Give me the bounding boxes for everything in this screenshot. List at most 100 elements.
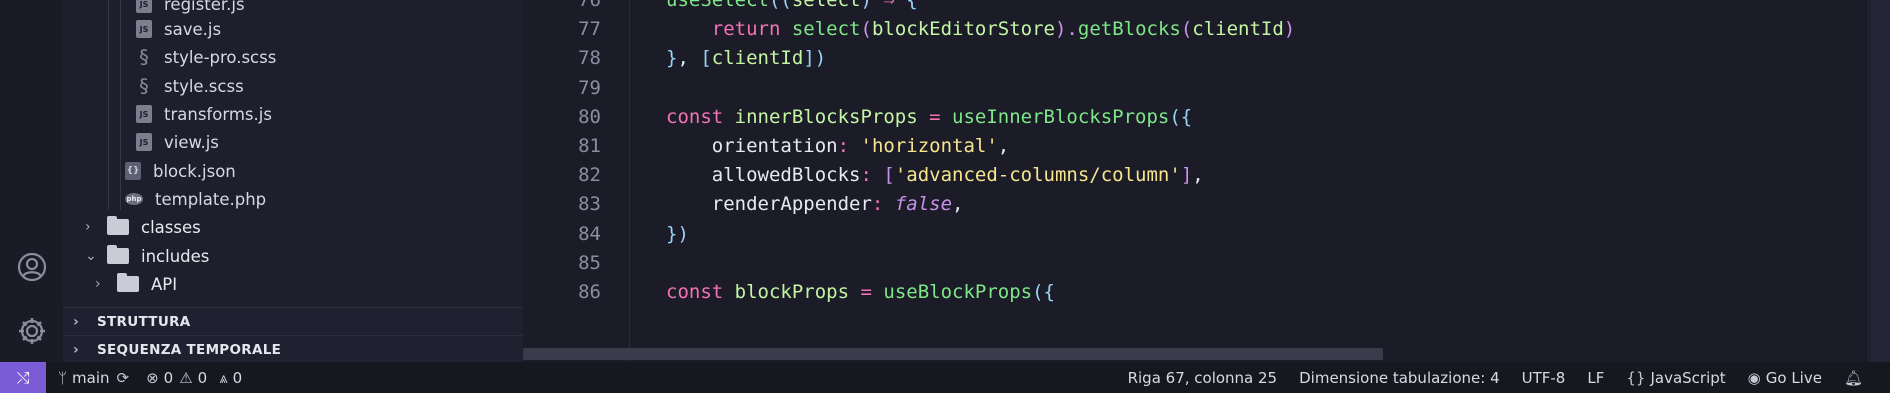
tree-folder-includes[interactable]: ⌄ includes: [85, 242, 209, 270]
warning-icon: ⚠: [179, 368, 193, 387]
problems-status[interactable]: ⊗ 0 ⚠ 0: [146, 369, 207, 387]
file-name: transforms.js: [164, 104, 272, 124]
ports-count: 0: [232, 368, 243, 387]
folder-open-icon: [107, 245, 129, 264]
code-token: useInnerBlocksProps: [952, 105, 1170, 128]
code-token: innerBlocksProps: [734, 105, 918, 128]
js-file-icon: JS: [136, 133, 152, 151]
code-token: orientation: [711, 135, 838, 157]
vscode-window: JS register.js JS save.js § style-pro.sc…: [0, 0, 1890, 393]
code-token: :: [871, 193, 895, 216]
sass-file-icon: §: [139, 46, 149, 68]
git-branch-icon: ᛘ: [58, 368, 68, 387]
tree-file-save-js[interactable]: JS save.js: [136, 15, 221, 43]
code-token: select: [791, 18, 861, 41]
indentation-status[interactable]: Dimensione tabulazione: 4: [1299, 369, 1500, 387]
tree-folder-api[interactable]: › API: [95, 270, 177, 298]
notifications-button[interactable]: 🔔︎: [1844, 369, 1868, 387]
code-area[interactable]: useSelect((select) ⇒ { return select(blo…: [629, 0, 1869, 362]
js-file-icon: JS: [136, 105, 152, 123]
sass-file-icon: §: [139, 75, 149, 97]
encoding-status[interactable]: UTF-8: [1522, 369, 1566, 387]
ports-status[interactable]: ⩓ 0: [219, 369, 242, 387]
code-token: getBlocks: [1077, 18, 1181, 41]
code-token: useSelect: [666, 0, 769, 11]
section-title: STRUTTURA: [97, 314, 191, 330]
tree-file-view-js[interactable]: JS view.js: [136, 128, 219, 156]
radio-tower-icon: ⩓: [219, 368, 228, 387]
cursor-position[interactable]: Riga 67, colonna 25: [1128, 369, 1278, 387]
code-token: const: [666, 281, 724, 303]
settings-gear-icon[interactable]: [15, 314, 49, 348]
code-editor[interactable]: 76 77 78 79 80 81 82 83 84 85 86 useSelect((select…: [523, 0, 1890, 362]
vertical-scrollbar[interactable]: [1870, 0, 1890, 362]
code-token: (: [1180, 18, 1193, 41]
chevron-right-icon: ›: [73, 314, 80, 330]
php-file-icon: php: [125, 193, 143, 205]
code-token: 'horizontal': [860, 135, 998, 157]
line-number-gutter: 76 77 78 79 80 81 82 83 84 85 86: [523, 0, 630, 362]
tree-file-block-json[interactable]: {} block.json: [125, 157, 236, 185]
code-token: [: [883, 164, 895, 187]
section-title: SEQUENZA TEMPORALE: [97, 342, 282, 358]
sync-icon: ⟳: [116, 368, 130, 387]
file-name: template.php: [155, 189, 267, 209]
remote-indicator-button[interactable]: ⤭: [0, 362, 46, 393]
branch-name: main: [72, 368, 110, 387]
eol-status[interactable]: LF: [1587, 369, 1604, 387]
language-label: JavaScript: [1650, 368, 1726, 387]
tree-file-style-pro-scss[interactable]: § style-pro.scss: [136, 43, 276, 71]
go-live-button[interactable]: ◉ Go Live: [1748, 369, 1822, 387]
file-name: block.json: [153, 161, 236, 181]
code-token: }: [666, 47, 678, 70]
folder-icon: [107, 216, 129, 235]
tree-file-style-scss[interactable]: § style.scss: [136, 72, 243, 100]
code-token: select: [791, 0, 861, 11]
status-bar-right: Riga 67, colonna 25 Dimensione tabulazio…: [1128, 362, 1890, 393]
line-number: 86: [578, 281, 601, 303]
tree-file-transforms-js[interactable]: JS transforms.js: [136, 100, 272, 128]
tree-file-template-php[interactable]: php template.php: [125, 185, 266, 213]
account-icon[interactable]: [15, 250, 49, 284]
error-count: 0: [163, 368, 174, 387]
error-icon: ⊗: [146, 368, 159, 387]
code-line: }, [clientId]): [666, 41, 826, 76]
language-mode[interactable]: {} JavaScript: [1626, 369, 1725, 387]
outline-section-header[interactable]: › STRUTTURA: [63, 307, 523, 336]
chevron-right-icon: ›: [95, 276, 101, 292]
indent-guide: [108, 0, 109, 210]
file-name: register.js: [164, 0, 245, 14]
code-token: ): [1283, 18, 1296, 41]
code-token: =: [849, 281, 884, 303]
code-token: ): [860, 0, 872, 11]
code-token: ((: [768, 0, 792, 11]
code-token: {: [906, 0, 918, 11]
tree-folder-classes[interactable]: › classes: [85, 213, 201, 241]
timeline-section-header[interactable]: › SEQUENZA TEMPORALE: [63, 335, 523, 364]
code-token: ,: [952, 193, 964, 216]
code-token: (: [860, 18, 872, 41]
explorer-sidebar: JS register.js JS save.js § style-pro.sc…: [63, 0, 523, 364]
horizontal-scrollbar[interactable]: [523, 348, 1383, 360]
bell-icon: 🔔︎: [1843, 368, 1863, 387]
code-token: :: [860, 164, 884, 187]
remote-icon: ⤭: [16, 367, 30, 387]
branch-status[interactable]: ᛘ main ⟳: [58, 369, 134, 387]
code-token: ,: [997, 135, 1010, 157]
broadcast-icon: ◉: [1747, 368, 1761, 387]
code-line: }): [666, 217, 689, 252]
folder-name: classes: [141, 217, 201, 237]
code-token: ]): [803, 47, 827, 70]
go-live-label: Go Live: [1765, 368, 1822, 387]
js-file-icon: JS: [136, 0, 152, 13]
code-token: useBlockProps: [883, 281, 1033, 303]
code-token: ({: [1169, 105, 1193, 128]
code-token: blockEditorStore: [871, 18, 1055, 41]
code-token: ⇒: [871, 0, 907, 11]
code-token: allowedBlocks: [711, 164, 861, 187]
